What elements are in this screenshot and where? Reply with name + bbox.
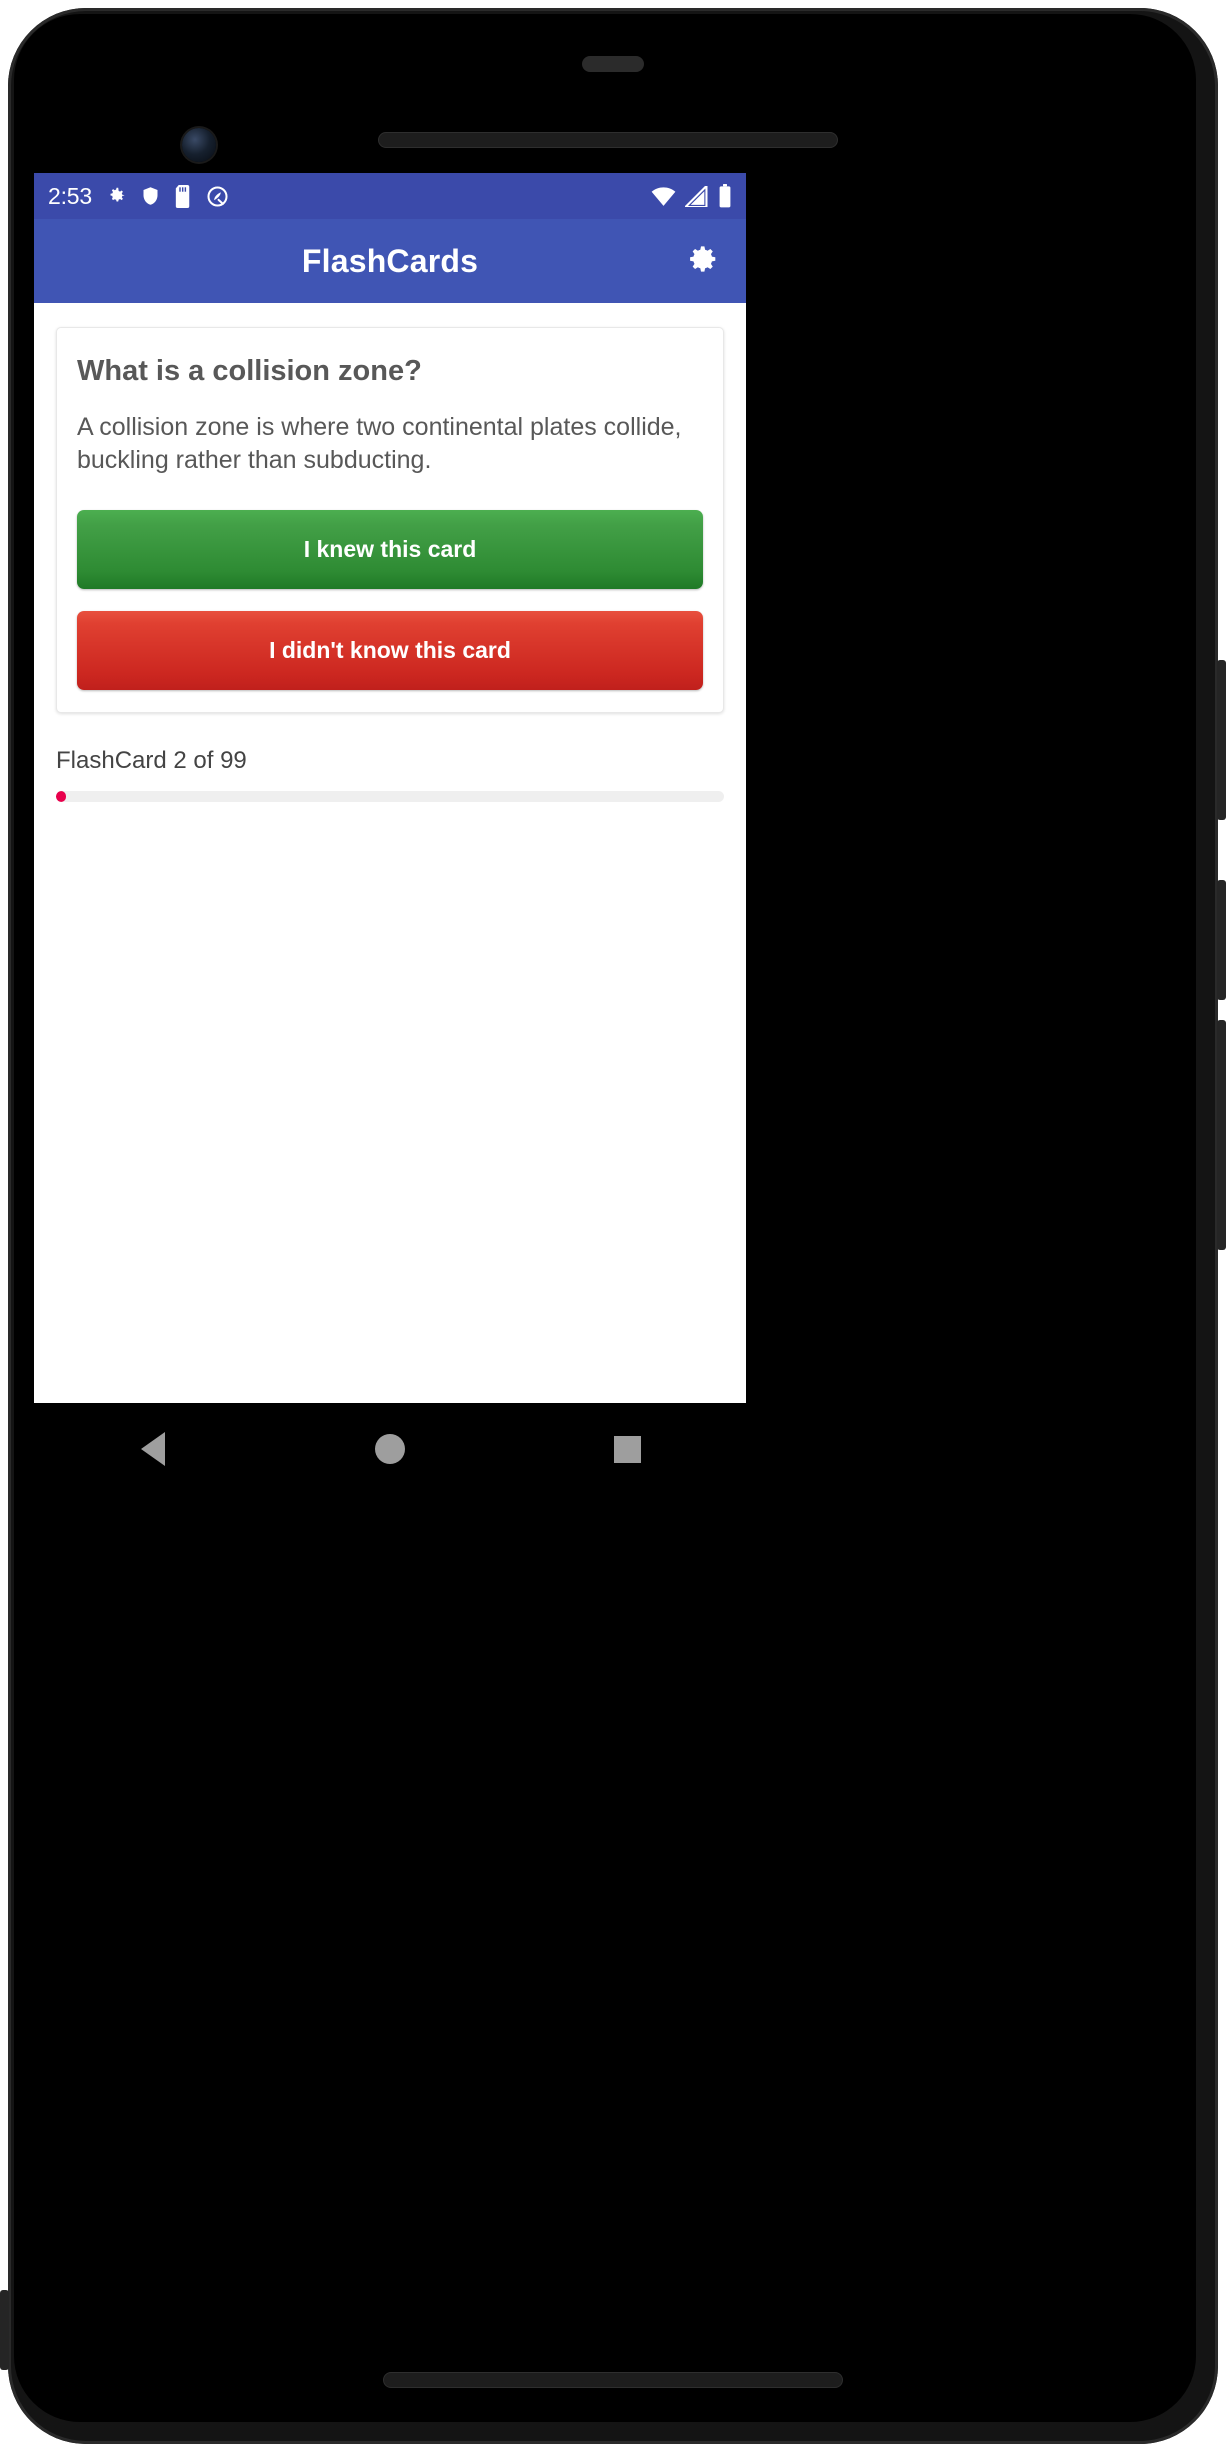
progress-section: FlashCard 2 of 99 (34, 713, 746, 803)
top-notch-speaker (582, 56, 644, 72)
status-bar-right-group (651, 184, 732, 208)
settings-button[interactable] (680, 239, 724, 283)
status-clock: 2:53 (48, 182, 92, 209)
back-triangle-icon (140, 1432, 165, 1466)
sd-card-icon (174, 184, 193, 208)
nav-recents-button[interactable] (592, 1414, 662, 1484)
flashcard-question: What is a collision zone? (77, 355, 422, 387)
nav-back-button[interactable] (118, 1414, 188, 1484)
wifi-icon (651, 186, 676, 206)
page-title: FlashCards (301, 242, 479, 279)
nav-home-button[interactable] (355, 1414, 425, 1484)
battery-icon (718, 184, 732, 208)
home-circle-icon (374, 1434, 405, 1464)
cell-signal-icon (685, 185, 709, 207)
power-button[interactable] (1217, 660, 1226, 820)
flashcard-panel: What is a collision zone? A collision zo… (56, 327, 724, 714)
front-camera-icon (182, 128, 216, 162)
progress-bar-fill (56, 791, 67, 803)
android-nav-bar (34, 1403, 746, 1495)
gear-icon (105, 185, 127, 207)
flashcard-answer: A collision zone is where two continenta… (77, 413, 682, 474)
shield-icon (140, 185, 161, 207)
android-q-icon (206, 185, 229, 208)
status-bar-left-group: 2:53 (48, 182, 229, 209)
left-side-button[interactable] (0, 2290, 9, 2370)
earpiece-grille (378, 132, 838, 148)
volume-up-button[interactable] (1217, 880, 1226, 1000)
volume-down-button[interactable] (1217, 1020, 1226, 1250)
bottom-speaker-grille (383, 2372, 843, 2388)
app-bar: FlashCards (34, 219, 746, 303)
recents-square-icon (613, 1435, 641, 1463)
status-bar: 2:53 (34, 173, 746, 219)
flashcard-counter-label: FlashCard 2 of 99 (56, 747, 247, 775)
main-content: What is a collision zone? A collision zo… (34, 327, 746, 1403)
progress-bar[interactable] (56, 791, 724, 803)
didnt-know-card-button[interactable]: I didn't know this card (77, 611, 703, 691)
gear-icon (685, 242, 719, 281)
phone-screen: 2:53 FlashCards What is a collision zone… (34, 173, 746, 1403)
phone-mockup: 2:53 FlashCards What is a collision zone… (0, 0, 1226, 2452)
knew-card-button[interactable]: I knew this card (77, 510, 703, 590)
